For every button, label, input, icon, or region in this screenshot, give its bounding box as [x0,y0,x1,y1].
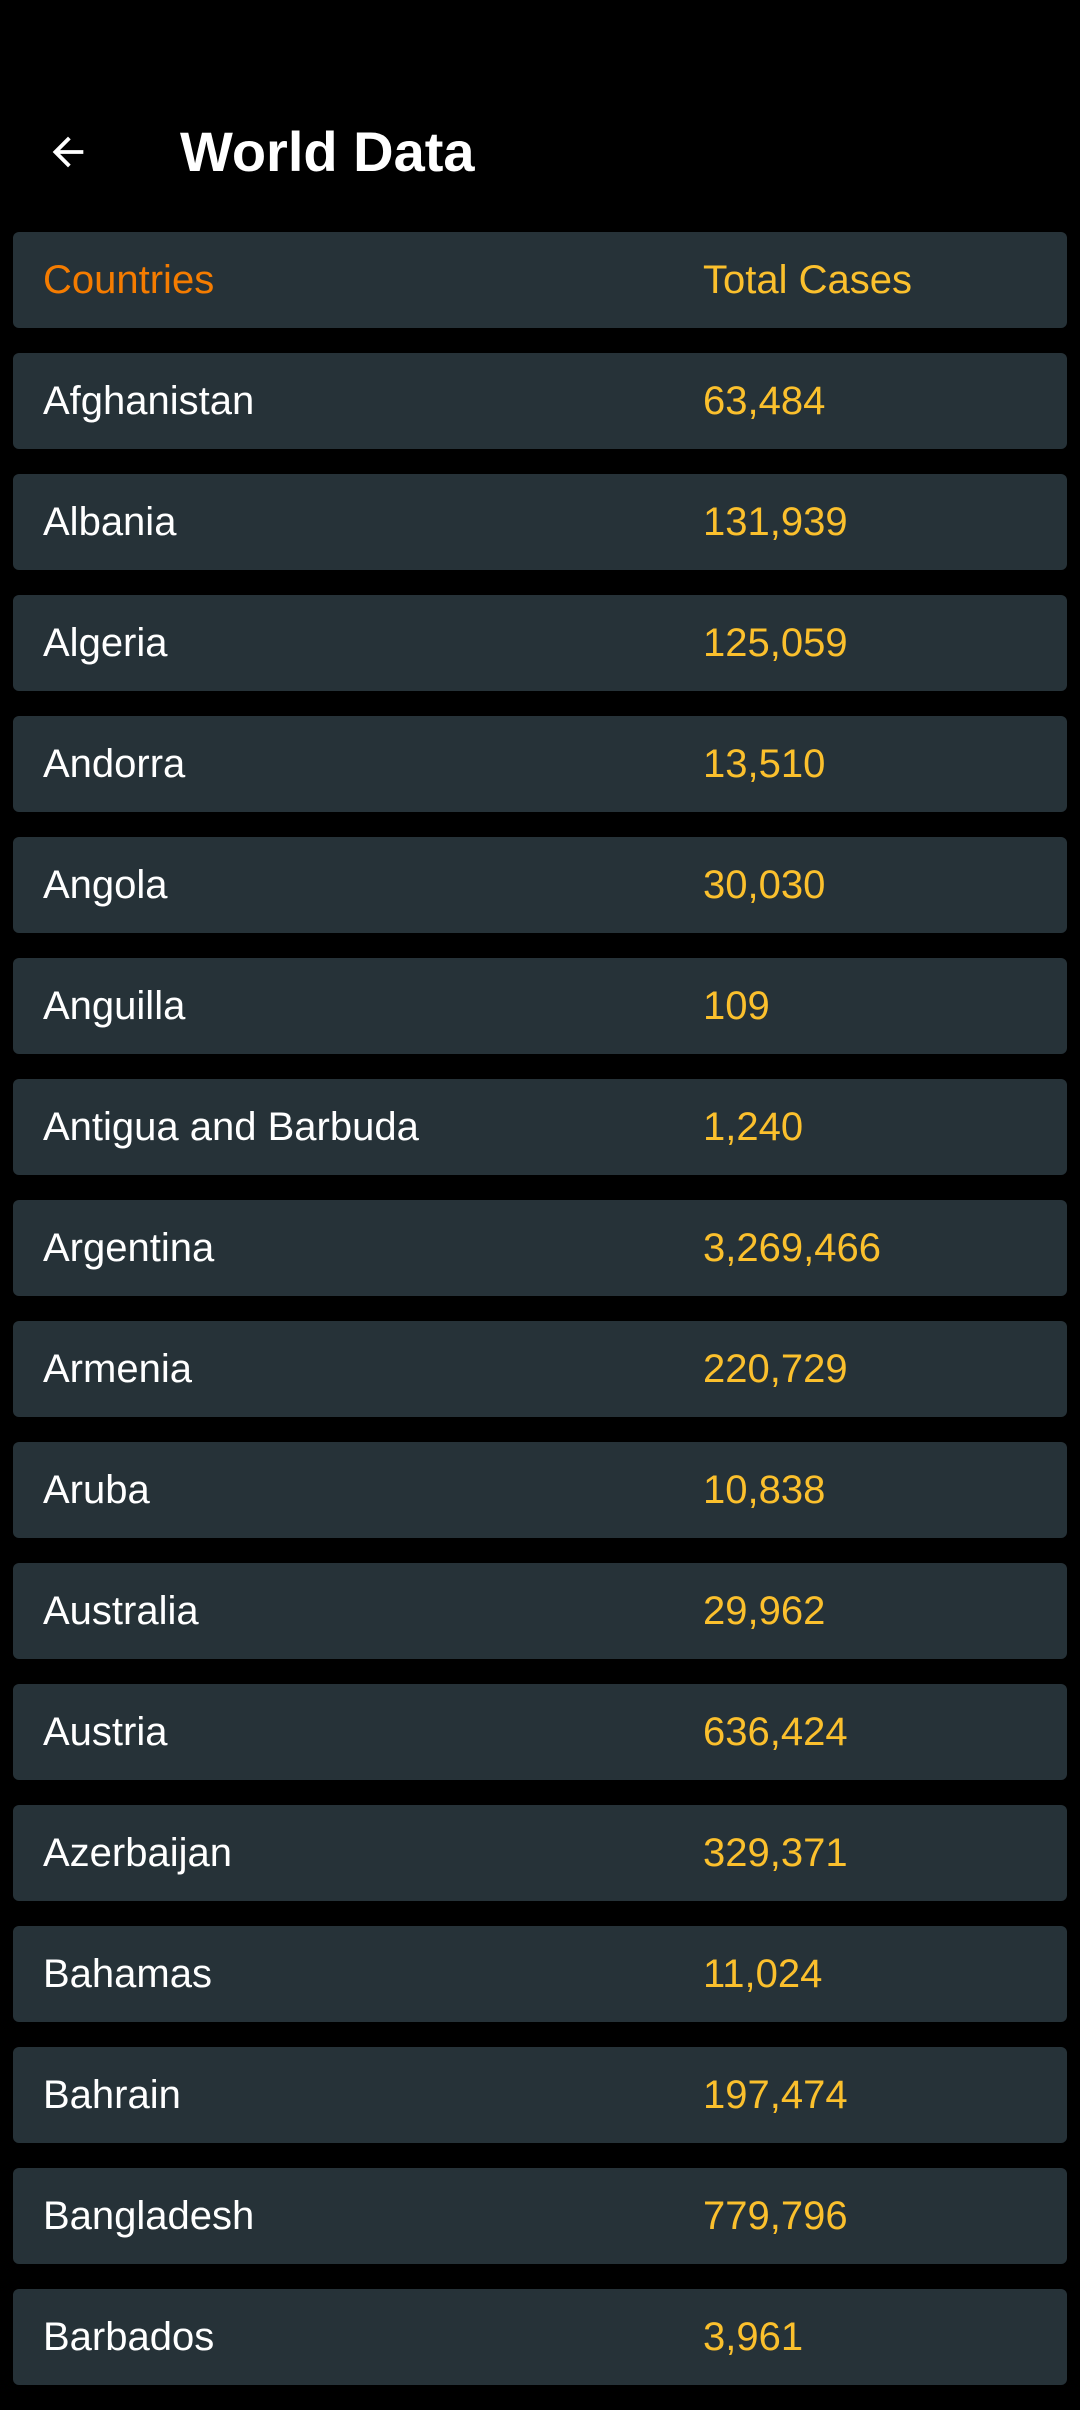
table-row[interactable]: Bahrain 197,474 [13,2047,1067,2143]
total-cases-value: 109 [703,984,770,1028]
country-name: Austria [43,1710,168,1754]
country-name: Antigua and Barbuda [43,1105,419,1149]
table-row[interactable]: Barbados 3,961 [13,2289,1067,2385]
total-cases-value: 63,484 [703,379,826,423]
total-cases-value: 636,424 [703,1710,848,1754]
app-bar: World Data [0,80,1080,224]
total-cases-value: 10,838 [703,1468,826,1512]
country-name: Australia [43,1589,199,1633]
table-row[interactable]: Albania 131,939 [13,474,1067,570]
total-cases-value: 13,510 [703,742,826,786]
table-row[interactable]: Angola 30,030 [13,837,1067,933]
country-name: Armenia [43,1347,192,1391]
country-name: Bangladesh [43,2194,255,2238]
table-row[interactable]: Aruba 10,838 [13,1442,1067,1538]
table-row[interactable]: Afghanistan 63,484 [13,353,1067,449]
table-header: Countries Total Cases [13,232,1067,328]
total-cases-value: 779,796 [703,2194,848,2238]
country-name: Andorra [43,742,186,786]
total-cases-value: 329,371 [703,1831,848,1875]
table-row[interactable]: Antigua and Barbuda 1,240 [13,1079,1067,1175]
total-cases-value: 29,962 [703,1589,826,1633]
table-row[interactable]: Austria 636,424 [13,1684,1067,1780]
total-cases-value: 11,024 [703,1952,823,1996]
table-row[interactable]: Australia 29,962 [13,1563,1067,1659]
country-name: Bahrain [43,2073,181,2117]
table-row[interactable]: Algeria 125,059 [13,595,1067,691]
table-row[interactable]: Anguilla 109 [13,958,1067,1054]
table-row[interactable]: Armenia 220,729 [13,1321,1067,1417]
total-cases-value: 125,059 [703,621,848,665]
table-row[interactable]: Andorra 13,510 [13,716,1067,812]
country-name: Algeria [43,621,168,665]
table-row[interactable]: Azerbaijan 329,371 [13,1805,1067,1901]
country-name: Anguilla [43,984,186,1028]
country-name: Afghanistan [43,379,255,423]
column-header-total-cases: Total Cases [703,258,912,302]
page-title: World Data [180,120,475,183]
country-name: Albania [43,500,177,544]
country-name: Bahamas [43,1952,212,1996]
world-data-list[interactable]: Countries Total Cases Afghanistan 63,484 A… [13,232,1067,2410]
total-cases-value: 3,269,466 [703,1226,881,1270]
total-cases-value: 1,240 [703,1105,804,1149]
total-cases-value: 197,474 [703,2073,848,2117]
country-name: Argentina [43,1226,215,1270]
arrow-left-icon [52,136,84,168]
total-cases-value: 220,729 [703,1347,848,1391]
table-row[interactable]: Bahamas 11,024 [13,1926,1067,2022]
table-rows: Afghanistan 63,484 Albania 131,939 Algeria 12… [13,353,1067,2385]
table-row[interactable]: Bangladesh 779,796 [13,2168,1067,2264]
country-name: Barbados [43,2315,215,2359]
country-name: Azerbaijan [43,1831,233,1875]
total-cases-value: 131,939 [703,500,848,544]
total-cases-value: 3,961 [703,2315,804,2359]
total-cases-value: 30,030 [703,863,826,907]
column-header-countries: Countries [43,258,215,302]
table-row[interactable]: Argentina 3,269,466 [13,1200,1067,1296]
back-button[interactable] [32,116,104,188]
country-name: Aruba [43,1468,150,1512]
country-name: Angola [43,863,168,907]
